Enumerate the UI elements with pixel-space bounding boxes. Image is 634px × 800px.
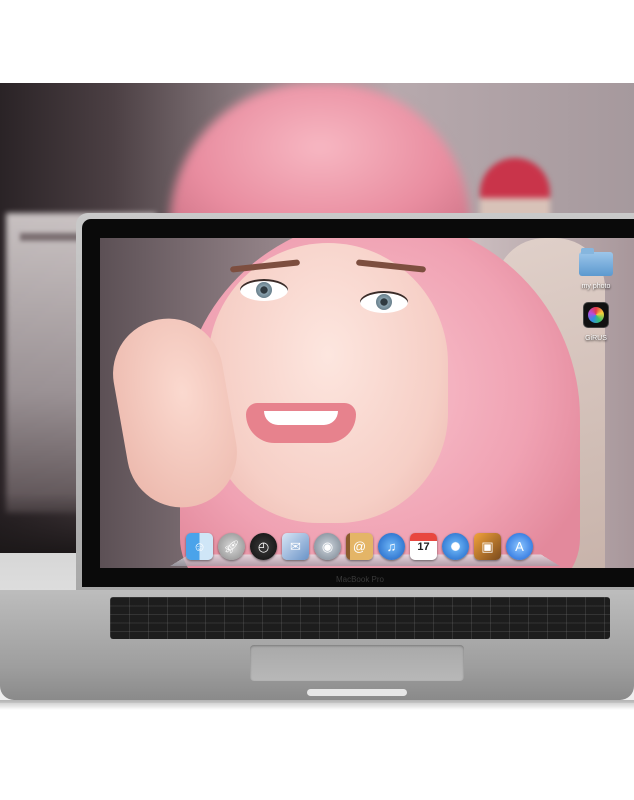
left-eye bbox=[240, 279, 288, 301]
appstore-icon[interactable]: A bbox=[506, 533, 533, 560]
desktop-icon-my-photo[interactable]: my photo bbox=[570, 248, 622, 290]
laptop-shadow bbox=[0, 700, 634, 710]
dock: ☺ 🚀︎ ◴ ✉ ◉ @ ♫ 17 ✦ ▣ A bbox=[170, 531, 560, 567]
finder-icon[interactable]: ☺ bbox=[186, 533, 213, 560]
keyboard[interactable] bbox=[110, 597, 610, 639]
desktop-icon-label: GiRUS bbox=[585, 335, 607, 342]
rocket-icon[interactable]: 🚀︎ bbox=[218, 533, 245, 560]
music-icon[interactable]: ♫ bbox=[378, 533, 405, 560]
right-eye bbox=[360, 291, 408, 313]
gauge-icon[interactable]: ◴ bbox=[250, 533, 277, 560]
desktop-icon-label: my photo bbox=[581, 283, 611, 290]
desktop-screen: my photo GiRUS ☺ 🚀︎ ◴ ✉ ◉ @ ♫ 17 ✦ ▣ A bbox=[100, 238, 634, 568]
contacts-icon[interactable]: @ bbox=[346, 533, 373, 560]
front-notch bbox=[307, 689, 407, 696]
calendar-day: 17 bbox=[417, 540, 430, 553]
brand-label: MacBook Pro bbox=[335, 575, 385, 584]
trackpad[interactable] bbox=[250, 645, 464, 681]
photos-icon[interactable]: ▣ bbox=[474, 533, 501, 560]
left-eyebrow bbox=[229, 259, 301, 273]
camera-icon[interactable]: ◉ bbox=[314, 533, 341, 560]
app-icon bbox=[583, 302, 609, 328]
wallpaper-smile bbox=[246, 403, 356, 443]
calendar-icon[interactable]: 17 bbox=[410, 533, 437, 560]
folder-icon bbox=[579, 248, 613, 276]
wallpaper-face bbox=[208, 243, 448, 523]
desktop-icon-girus[interactable]: GiRUS bbox=[570, 302, 622, 342]
compass-icon[interactable]: ✦ bbox=[442, 533, 469, 560]
mail-icon[interactable]: ✉ bbox=[282, 533, 309, 560]
